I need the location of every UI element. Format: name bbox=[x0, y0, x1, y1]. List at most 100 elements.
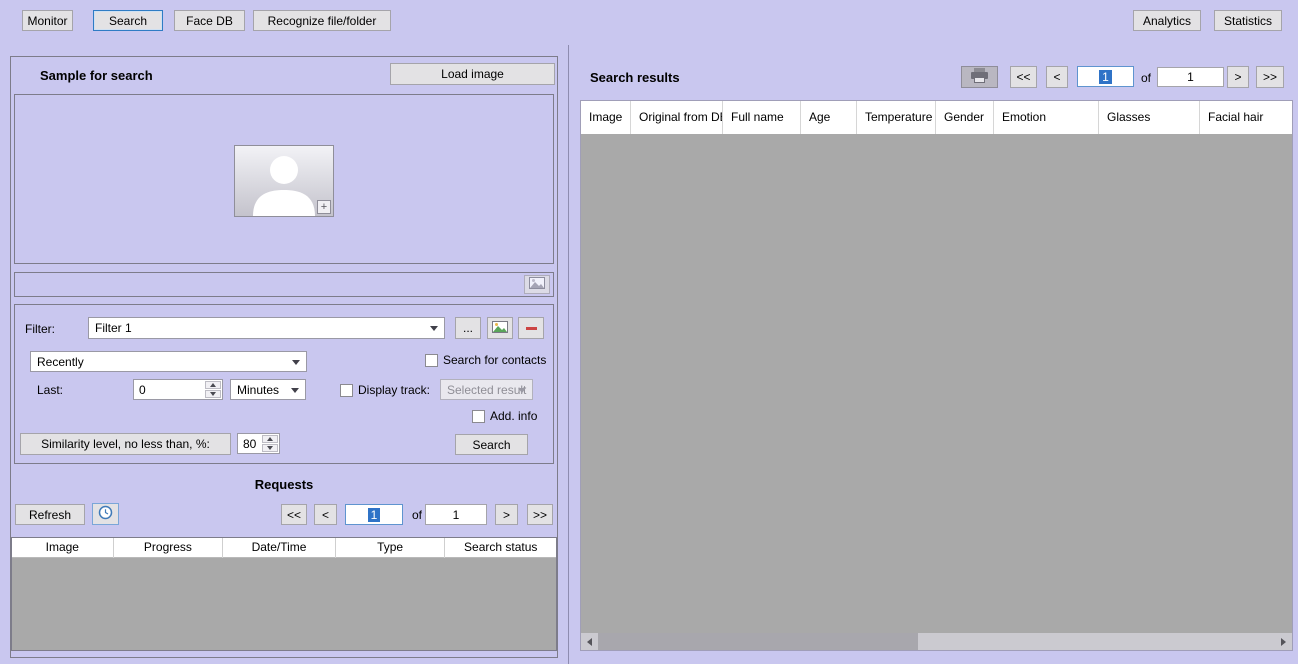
results-next-page-button[interactable]: > bbox=[1227, 66, 1249, 88]
similarity-value-input[interactable]: 80 bbox=[237, 433, 280, 454]
last-label: Last: bbox=[37, 383, 63, 397]
delete-filter-button[interactable] bbox=[518, 317, 544, 339]
filter-browse-button[interactable]: ... bbox=[455, 317, 481, 339]
scrollbar-thumb[interactable] bbox=[598, 633, 918, 650]
scroll-right-button[interactable] bbox=[1275, 633, 1292, 650]
printer-icon bbox=[970, 68, 989, 86]
results-prev-page-button[interactable]: < bbox=[1046, 66, 1068, 88]
results-total-value: 1 bbox=[1187, 70, 1194, 84]
load-image-button[interactable]: Load image bbox=[390, 63, 555, 85]
last-value: 0 bbox=[139, 383, 146, 397]
results-first-page-button[interactable]: << bbox=[1010, 66, 1037, 88]
results-page-input[interactable]: 1 bbox=[1077, 66, 1134, 87]
search-button[interactable]: Search bbox=[455, 434, 528, 455]
chevron-down-icon bbox=[291, 388, 299, 393]
checkbox-box[interactable] bbox=[340, 384, 353, 397]
refresh-button[interactable]: Refresh bbox=[15, 504, 85, 525]
requests-first-page-button[interactable]: << bbox=[281, 504, 307, 525]
requests-title: Requests bbox=[11, 477, 557, 492]
chevron-down-icon bbox=[430, 326, 438, 331]
triangle-left-icon bbox=[587, 638, 592, 646]
sample-image-area: + bbox=[14, 94, 554, 264]
results-last-page-button[interactable]: >> bbox=[1256, 66, 1284, 88]
column-header[interactable]: Gender bbox=[936, 101, 994, 134]
search-tab-button[interactable]: Search bbox=[93, 10, 163, 31]
horizontal-scrollbar[interactable] bbox=[581, 633, 1292, 650]
search-results-title: Search results bbox=[590, 70, 680, 85]
monitor-tab-button[interactable]: Monitor bbox=[22, 10, 73, 31]
last-value-input[interactable]: 0 bbox=[133, 379, 223, 400]
sample-avatar-placeholder: + bbox=[234, 145, 334, 217]
last-value-spinner[interactable] bbox=[205, 381, 221, 398]
add-info-checkbox[interactable]: Add. info bbox=[472, 409, 537, 423]
add-sample-button[interactable]: + bbox=[317, 200, 331, 214]
selected-result-select: Selected result bbox=[440, 379, 533, 400]
statistics-button[interactable]: Statistics bbox=[1214, 10, 1282, 31]
time-unit-value: Minutes bbox=[237, 383, 279, 397]
period-select-value: Recently bbox=[37, 355, 84, 369]
column-header[interactable]: Image bbox=[581, 101, 631, 134]
requests-total-pages: 1 bbox=[425, 504, 487, 525]
scroll-left-button[interactable] bbox=[581, 633, 598, 650]
column-header[interactable]: Type bbox=[336, 538, 446, 558]
filter-group: Filter: Filter 1 ... Recently Search fo bbox=[14, 304, 554, 464]
requests-table-header: Image Progress Date/Time Type Search sta… bbox=[12, 538, 556, 558]
column-header[interactable]: Temperature bbox=[857, 101, 936, 134]
column-header[interactable]: Date/Time bbox=[223, 538, 336, 558]
sample-search-title: Sample for search bbox=[40, 68, 153, 83]
display-track-checkbox[interactable]: Display track: bbox=[340, 383, 430, 397]
spin-down-button[interactable] bbox=[262, 444, 278, 452]
display-track-label: Display track: bbox=[358, 383, 430, 397]
triangle-down-icon bbox=[267, 446, 273, 450]
chevron-down-icon bbox=[292, 360, 300, 365]
chevron-down-icon bbox=[518, 388, 526, 393]
similarity-spinner[interactable] bbox=[262, 435, 278, 452]
save-filter-button[interactable] bbox=[487, 317, 513, 339]
scrollbar-track[interactable] bbox=[598, 633, 1275, 650]
column-header[interactable]: Search status bbox=[445, 538, 556, 558]
analytics-button[interactable]: Analytics bbox=[1133, 10, 1201, 31]
triangle-up-icon bbox=[210, 383, 216, 387]
column-header[interactable]: Age bbox=[801, 101, 857, 134]
requests-table: Image Progress Date/Time Type Search sta… bbox=[11, 537, 557, 651]
panel-splitter bbox=[568, 45, 569, 664]
filter-select[interactable]: Filter 1 bbox=[88, 317, 445, 339]
sample-search-panel: Sample for search Load image + bbox=[10, 56, 558, 658]
column-header[interactable]: Original from DB bbox=[631, 101, 723, 134]
results-page-value: 1 bbox=[1099, 70, 1112, 84]
print-button[interactable] bbox=[961, 66, 998, 88]
requests-of-label: of bbox=[412, 508, 422, 522]
save-sample-button[interactable] bbox=[524, 275, 550, 294]
clock-icon bbox=[98, 505, 113, 523]
spin-up-button[interactable] bbox=[262, 435, 278, 443]
results-empty-area bbox=[581, 134, 1292, 633]
spin-down-button[interactable] bbox=[205, 390, 221, 398]
timer-button[interactable] bbox=[92, 503, 119, 525]
column-header[interactable]: Progress bbox=[114, 538, 224, 558]
period-select[interactable]: Recently bbox=[30, 351, 307, 372]
requests-empty-area bbox=[12, 558, 556, 651]
recognize-file-folder-button[interactable]: Recognize file/folder bbox=[253, 10, 391, 31]
requests-page-value: 1 bbox=[368, 508, 381, 522]
column-header[interactable]: Image bbox=[12, 538, 114, 558]
search-results-header: Image Original from DB Full name Age Tem… bbox=[581, 101, 1292, 134]
time-unit-select[interactable]: Minutes bbox=[230, 379, 306, 400]
column-header[interactable]: Emotion bbox=[994, 101, 1099, 134]
requests-next-page-button[interactable]: > bbox=[495, 504, 518, 525]
requests-last-page-button[interactable]: >> bbox=[527, 504, 553, 525]
triangle-right-icon bbox=[1281, 638, 1286, 646]
checkbox-box[interactable] bbox=[425, 354, 438, 367]
column-header[interactable]: Full name bbox=[723, 101, 801, 134]
add-image-icon bbox=[492, 321, 508, 336]
checkbox-box[interactable] bbox=[472, 410, 485, 423]
column-header[interactable]: Facial hair bbox=[1200, 101, 1292, 134]
search-for-contacts-checkbox[interactable]: Search for contacts bbox=[425, 353, 546, 367]
plus-icon: + bbox=[321, 201, 327, 213]
results-of-label: of bbox=[1141, 71, 1151, 85]
column-header[interactable]: Glasses bbox=[1099, 101, 1200, 134]
triangle-down-icon bbox=[210, 392, 216, 396]
spin-up-button[interactable] bbox=[205, 381, 221, 389]
requests-page-input[interactable]: 1 bbox=[345, 504, 403, 525]
face-db-tab-button[interactable]: Face DB bbox=[174, 10, 245, 31]
requests-prev-page-button[interactable]: < bbox=[314, 504, 337, 525]
